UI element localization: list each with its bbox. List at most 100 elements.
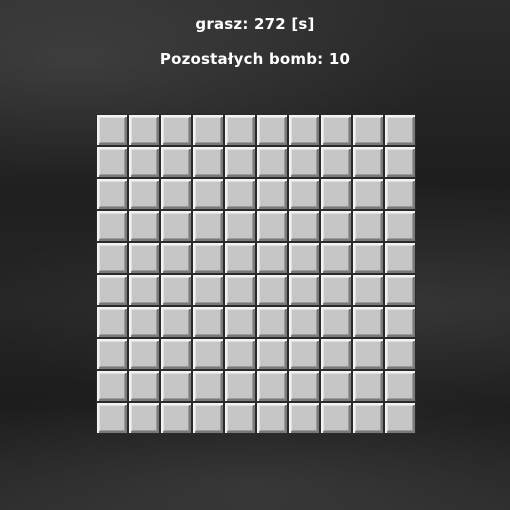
board-cell-covered[interactable] <box>320 178 352 210</box>
board-cell-covered[interactable] <box>352 114 384 146</box>
board-cell-covered[interactable] <box>192 178 224 210</box>
board-cell-covered[interactable] <box>384 306 416 338</box>
board-cell-covered[interactable] <box>192 114 224 146</box>
board-cell-covered[interactable] <box>288 114 320 146</box>
board-cell-covered[interactable] <box>320 402 352 434</box>
board-cell-covered[interactable] <box>192 146 224 178</box>
board-cell-covered[interactable] <box>224 274 256 306</box>
board-cell-covered[interactable] <box>192 210 224 242</box>
board-cell-covered[interactable] <box>96 146 128 178</box>
board-cell-covered[interactable] <box>160 178 192 210</box>
board-cell-covered[interactable] <box>320 146 352 178</box>
board-cell-covered[interactable] <box>352 370 384 402</box>
board-cell-covered[interactable] <box>256 242 288 274</box>
board-cell-covered[interactable] <box>288 338 320 370</box>
board-cell-covered[interactable] <box>256 210 288 242</box>
board-cell-covered[interactable] <box>160 114 192 146</box>
board-cell-covered[interactable] <box>288 178 320 210</box>
board-cell-covered[interactable] <box>384 274 416 306</box>
board-cell-covered[interactable] <box>96 242 128 274</box>
board-cell-covered[interactable] <box>160 338 192 370</box>
board-cell-covered[interactable] <box>96 306 128 338</box>
board-cell-covered[interactable] <box>128 274 160 306</box>
board-cell-covered[interactable] <box>160 210 192 242</box>
board-cell-covered[interactable] <box>160 242 192 274</box>
board-cell-covered[interactable] <box>192 370 224 402</box>
board-cell-covered[interactable] <box>352 210 384 242</box>
board-cell-covered[interactable] <box>224 210 256 242</box>
board-cell-covered[interactable] <box>128 338 160 370</box>
board-cell-covered[interactable] <box>192 242 224 274</box>
board-cell-covered[interactable] <box>128 306 160 338</box>
board-cell-covered[interactable] <box>320 242 352 274</box>
board-cell-covered[interactable] <box>256 114 288 146</box>
board-cell-covered[interactable] <box>160 402 192 434</box>
board-cell-covered[interactable] <box>352 402 384 434</box>
board-cell-covered[interactable] <box>288 242 320 274</box>
board-cell-covered[interactable] <box>128 402 160 434</box>
board-cell-covered[interactable] <box>128 178 160 210</box>
board-cell-covered[interactable] <box>352 178 384 210</box>
board-cell-covered[interactable] <box>128 210 160 242</box>
board-cell-covered[interactable] <box>192 338 224 370</box>
board-cell-covered[interactable] <box>320 210 352 242</box>
board-cell-covered[interactable] <box>256 338 288 370</box>
board-cell-covered[interactable] <box>128 242 160 274</box>
board-cell-covered[interactable] <box>320 338 352 370</box>
board-cell-covered[interactable] <box>96 210 128 242</box>
board-cell-covered[interactable] <box>192 306 224 338</box>
board-cell-covered[interactable] <box>288 210 320 242</box>
board-cell-covered[interactable] <box>384 114 416 146</box>
board-cell-covered[interactable] <box>128 146 160 178</box>
board-cell-covered[interactable] <box>224 306 256 338</box>
board-cell-covered[interactable] <box>96 114 128 146</box>
board-cell-covered[interactable] <box>160 274 192 306</box>
board-cell-covered[interactable] <box>256 178 288 210</box>
board-cell-covered[interactable] <box>224 114 256 146</box>
board-cell-covered[interactable] <box>256 370 288 402</box>
board-cell-covered[interactable] <box>288 146 320 178</box>
board-cell-covered[interactable] <box>256 146 288 178</box>
board-cell-covered[interactable] <box>320 114 352 146</box>
board-cell-covered[interactable] <box>352 306 384 338</box>
board-cell-covered[interactable] <box>224 370 256 402</box>
board-cell-covered[interactable] <box>288 402 320 434</box>
board-cell-covered[interactable] <box>288 370 320 402</box>
board-cell-covered[interactable] <box>320 274 352 306</box>
board-cell-covered[interactable] <box>384 402 416 434</box>
board-cell-covered[interactable] <box>384 338 416 370</box>
board-cell-covered[interactable] <box>128 114 160 146</box>
board-cell-covered[interactable] <box>96 370 128 402</box>
board-cell-covered[interactable] <box>96 402 128 434</box>
board-cell-covered[interactable] <box>160 306 192 338</box>
board-cell-covered[interactable] <box>256 402 288 434</box>
board-cell-covered[interactable] <box>96 178 128 210</box>
board-cell-covered[interactable] <box>256 274 288 306</box>
board-cell-covered[interactable] <box>288 306 320 338</box>
board-cell-covered[interactable] <box>352 338 384 370</box>
board-cell-covered[interactable] <box>320 370 352 402</box>
board-cell-covered[interactable] <box>224 146 256 178</box>
board-cell-covered[interactable] <box>352 242 384 274</box>
board-cell-covered[interactable] <box>288 274 320 306</box>
board-cell-covered[interactable] <box>224 242 256 274</box>
board-cell-covered[interactable] <box>256 306 288 338</box>
board-cell-covered[interactable] <box>384 146 416 178</box>
board-cell-covered[interactable] <box>352 274 384 306</box>
board-cell-covered[interactable] <box>384 210 416 242</box>
board-cell-covered[interactable] <box>224 178 256 210</box>
board-cell-covered[interactable] <box>96 338 128 370</box>
board-cell-covered[interactable] <box>160 370 192 402</box>
board-cell-covered[interactable] <box>320 306 352 338</box>
board-cell-covered[interactable] <box>224 402 256 434</box>
board-cell-covered[interactable] <box>192 402 224 434</box>
board-cell-covered[interactable] <box>384 370 416 402</box>
board-cell-covered[interactable] <box>160 146 192 178</box>
board-cell-covered[interactable] <box>224 338 256 370</box>
board-cell-covered[interactable] <box>96 274 128 306</box>
board-cell-covered[interactable] <box>192 274 224 306</box>
board-cell-covered[interactable] <box>384 242 416 274</box>
board-cell-covered[interactable] <box>352 146 384 178</box>
board-cell-covered[interactable] <box>384 178 416 210</box>
board-cell-covered[interactable] <box>128 370 160 402</box>
